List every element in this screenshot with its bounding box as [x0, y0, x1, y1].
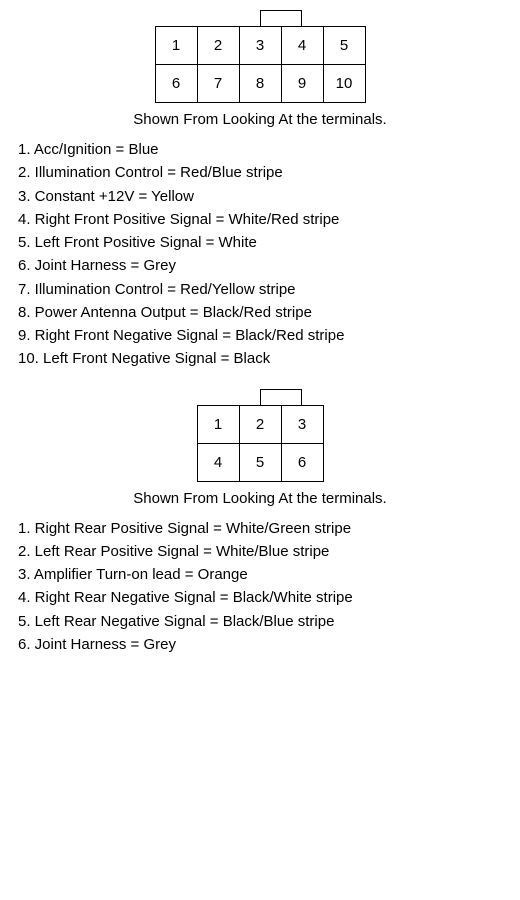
cell-2-1: 4: [197, 443, 239, 481]
list-item: 5. Left Front Positive Signal = White: [18, 231, 502, 254]
cell-1-3: 3: [281, 405, 323, 443]
caption-2: Shown From Looking At the terminals.: [10, 488, 510, 509]
pin-list-1: 1. Acc/Ignition = Blue 2. Illumination C…: [10, 138, 510, 371]
table-row: 4 5 6: [197, 443, 323, 481]
list-item: 6. Joint Harness = Grey: [18, 254, 502, 277]
pin-list-2: 1. Right Rear Positive Signal = White/Gr…: [10, 517, 510, 657]
cell-1-1: 1: [155, 27, 197, 65]
list-item: 7. Illumination Control = Red/Yellow str…: [18, 278, 502, 301]
list-item: 2. Left Rear Positive Signal = White/Blu…: [18, 540, 502, 563]
table-container-2: 1 2 3 4 5 6: [10, 389, 510, 482]
connector-table-1: 1 2 3 4 5 6 7 8 9 10: [155, 26, 366, 103]
list-item: 4. Right Rear Negative Signal = Black/Wh…: [18, 586, 502, 609]
cell-1-2: 2: [197, 27, 239, 65]
table-row: 1 2 3 4 5: [155, 27, 365, 65]
connector-section-2: 1 2 3 4 5 6 Shown From Looking At the te…: [10, 389, 510, 657]
list-item: 1. Right Rear Positive Signal = White/Gr…: [18, 517, 502, 540]
table-wrapper-2: 1 2 3 4 5 6: [197, 389, 324, 482]
table-row: 6 7 8 9 10: [155, 65, 365, 103]
cell-1-1: 1: [197, 405, 239, 443]
cell-1-3: 3: [239, 27, 281, 65]
list-item: 9. Right Front Negative Signal = Black/R…: [18, 324, 502, 347]
list-item: 4. Right Front Positive Signal = White/R…: [18, 208, 502, 231]
cell-1-5: 5: [323, 27, 365, 65]
table-container-1: 1 2 3 4 5 6 7 8 9 10: [10, 10, 510, 103]
cell-1-2: 2: [239, 405, 281, 443]
cell-2-5: 10: [323, 65, 365, 103]
list-item: 1. Acc/Ignition = Blue: [18, 138, 502, 161]
list-item: 3. Amplifier Turn-on lead = Orange: [18, 563, 502, 586]
connector-section-1: 1 2 3 4 5 6 7 8 9 10 Shown From: [10, 10, 510, 371]
cell-2-3: 6: [281, 443, 323, 481]
table-row: 1 2 3: [197, 405, 323, 443]
cell-2-2: 5: [239, 443, 281, 481]
list-item: 2. Illumination Control = Red/Blue strip…: [18, 161, 502, 184]
list-item: 5. Left Rear Negative Signal = Black/Blu…: [18, 610, 502, 633]
cell-2-4: 9: [281, 65, 323, 103]
connector-tab-1: [260, 10, 302, 26]
cell-2-1: 6: [155, 65, 197, 103]
table-wrapper-1: 1 2 3 4 5 6 7 8 9 10: [155, 10, 366, 103]
cell-2-2: 7: [197, 65, 239, 103]
list-item: 10. Left Front Negative Signal = Black: [18, 347, 502, 370]
connector-table-2: 1 2 3 4 5 6: [197, 405, 324, 482]
caption-1: Shown From Looking At the terminals.: [10, 109, 510, 130]
cell-1-4: 4: [281, 27, 323, 65]
cell-2-3: 8: [239, 65, 281, 103]
connector-tab-2: [260, 389, 302, 405]
list-item: 6. Joint Harness = Grey: [18, 633, 502, 656]
list-item: 8. Power Antenna Output = Black/Red stri…: [18, 301, 502, 324]
list-item: 3. Constant +12V = Yellow: [18, 185, 502, 208]
